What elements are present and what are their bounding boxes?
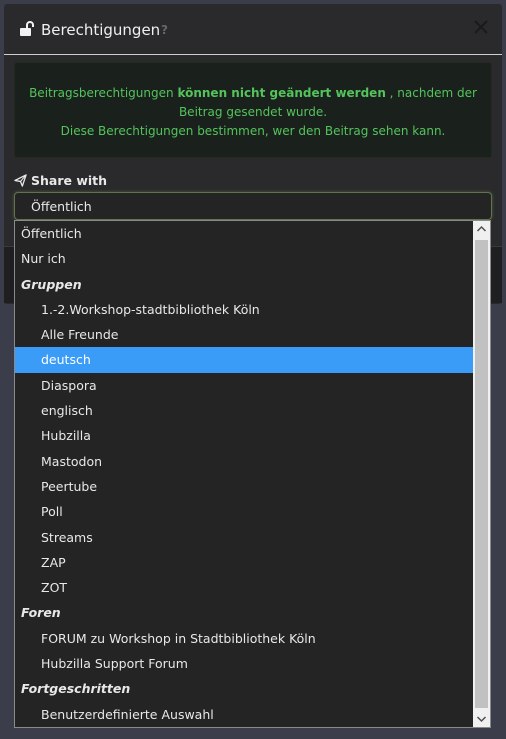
scroll-up-arrow-icon[interactable]	[473, 221, 490, 238]
unlock-icon	[20, 21, 34, 36]
dropdown-option[interactable]: Öffentlich	[15, 221, 474, 246]
dropdown-option[interactable]: ZAP	[15, 550, 474, 575]
dropdown-option[interactable]: Mastodon	[15, 449, 474, 474]
scroll-down-arrow-icon[interactable]	[473, 710, 490, 727]
close-icon[interactable]	[472, 18, 490, 36]
paper-plane-icon	[14, 174, 27, 187]
dropdown-option[interactable]: Benutzerdefinierte Auswahl	[15, 702, 474, 727]
modal-header: Berechtigungen ?	[4, 4, 502, 55]
alert-text-part1: Beitragsberechtigungen	[29, 86, 178, 100]
help-icon[interactable]: ?	[161, 23, 168, 37]
option-group-label: Fortgeschritten	[21, 681, 131, 697]
permissions-info-alert: Beitragsberechtigungen können nicht geän…	[14, 62, 492, 158]
dropdown-option[interactable]: Diaspora	[15, 373, 474, 398]
alert-text-line2: Diese Berechtigungen bestimmen, wer den …	[60, 124, 446, 138]
dropdown-option[interactable]: Nur ich	[15, 246, 474, 271]
dropdown-option[interactable]: Streams	[15, 525, 474, 550]
dropdown-option[interactable]: Hubzilla	[15, 423, 474, 448]
share-with-label: Share with	[14, 173, 107, 188]
option-group-label: Foren	[21, 605, 61, 621]
option-list: Öffentlich Nur ich Gruppen 1.-2.Workshop-st…	[15, 221, 474, 727]
share-with-dropdown-list[interactable]: Öffentlich Nur ich Gruppen 1.-2.Workshop-st…	[14, 220, 491, 728]
dropdown-option[interactable]: 1.-2.Workshop-stadtbibliothek Köln	[15, 297, 474, 322]
dropdown-scrollbar[interactable]	[473, 221, 490, 727]
dropdown-option[interactable]: FORUM zu Workshop in Stadtbibliothek Köl…	[15, 626, 474, 651]
dropdown-option[interactable]: Poll	[15, 499, 474, 524]
dropdown-option[interactable]: Hubzilla Support Forum	[15, 651, 474, 676]
alert-text-bold: können nicht geändert werden	[177, 86, 386, 100]
share-with-select[interactable]: Öffentlich	[14, 192, 492, 220]
option-group-label: Gruppen	[21, 276, 82, 292]
dropdown-option[interactable]: Alle Freunde	[15, 322, 474, 347]
share-with-selected-value: Öffentlich	[31, 199, 92, 214]
share-with-text: Share with	[31, 173, 108, 188]
dropdown-option[interactable]: ZOT	[15, 575, 474, 600]
dropdown-option[interactable]: Peertube	[15, 474, 474, 499]
scrollbar-thumb[interactable]	[475, 240, 488, 708]
dropdown-option[interactable]: englisch	[15, 398, 474, 423]
dropdown-option[interactable]: deutsch	[15, 347, 474, 373]
modal-title: Berechtigungen	[41, 21, 161, 39]
